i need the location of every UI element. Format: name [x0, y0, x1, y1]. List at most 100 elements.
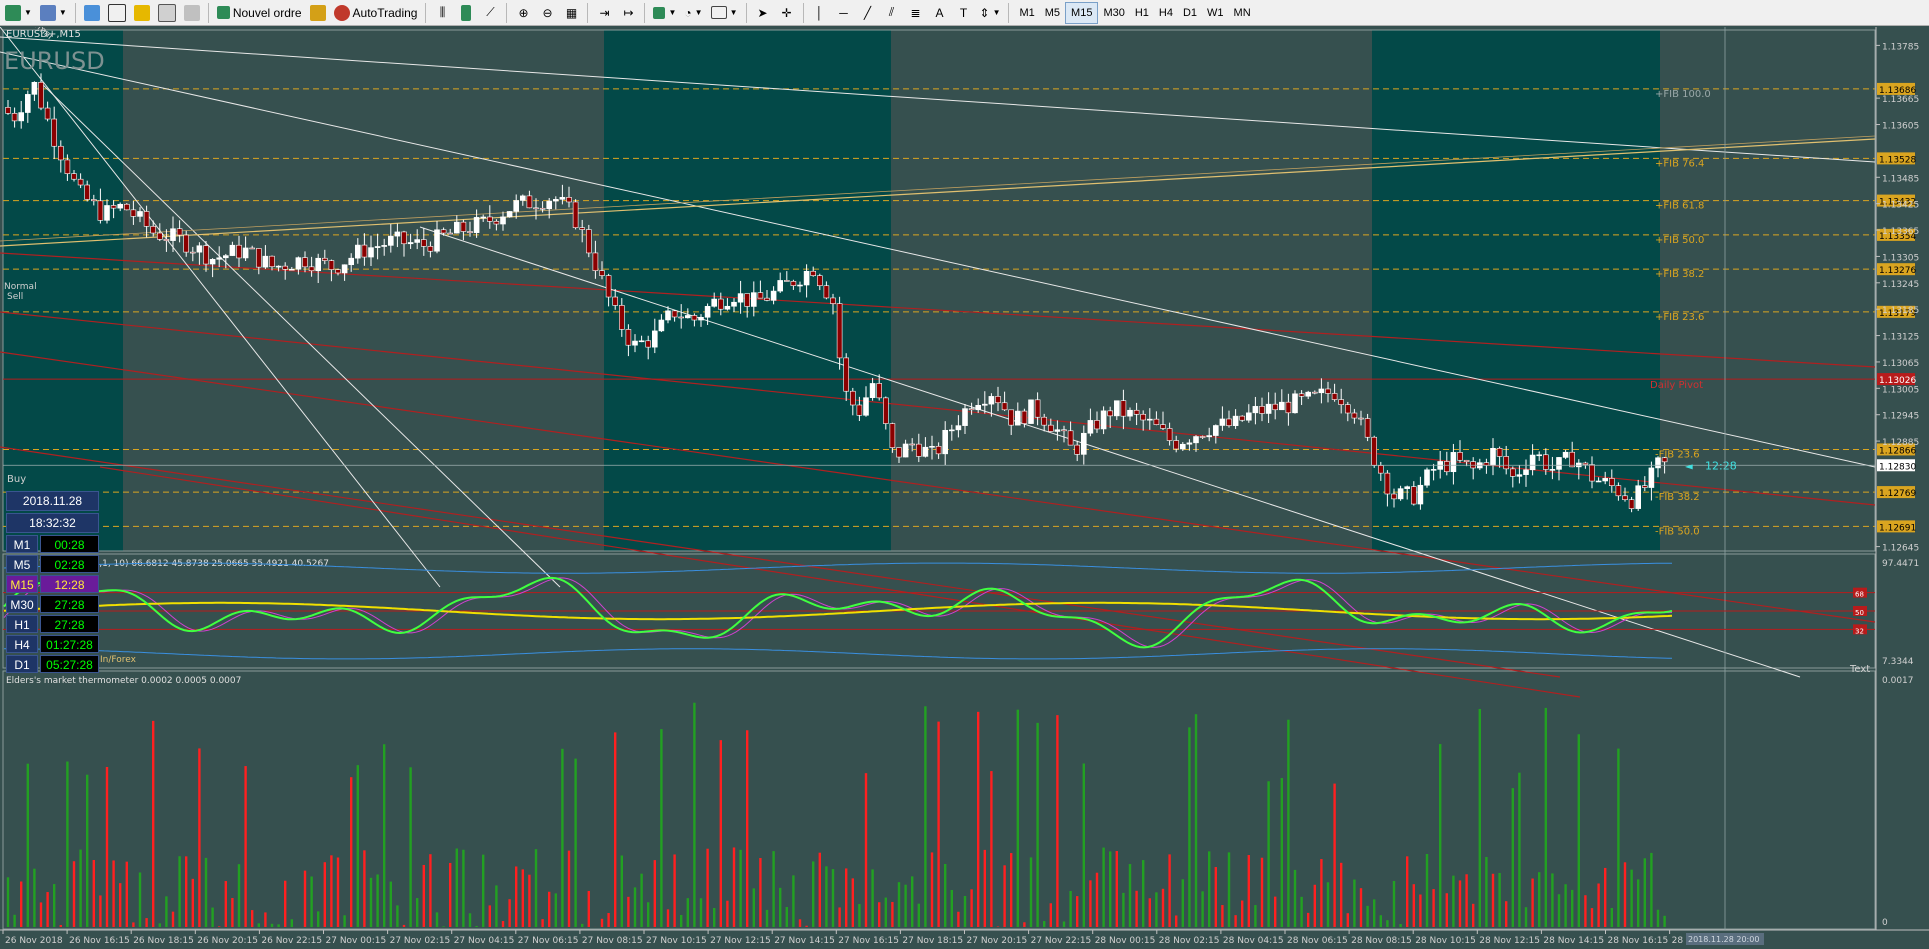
- timeframe-m1-button[interactable]: M1: [1014, 3, 1039, 23]
- metaeditor-button[interactable]: [307, 2, 329, 24]
- equidistant-channel-button[interactable]: ⫽: [881, 2, 903, 24]
- candle-body: [1351, 412, 1358, 419]
- tile-windows-button[interactable]: ▦: [560, 2, 582, 24]
- timeframe-h4-button[interactable]: H4: [1154, 3, 1178, 23]
- signal-label-sell: Sell: [7, 292, 23, 302]
- market-watch-button[interactable]: [81, 2, 103, 24]
- candle-body: [381, 245, 388, 247]
- chart-shift-button[interactable]: ⇥: [593, 2, 615, 24]
- toolbar-divider: [587, 2, 589, 23]
- candle-body: [57, 145, 64, 161]
- thermometer-bar: [53, 884, 56, 927]
- candle-body: [790, 281, 797, 286]
- thermometer-bar: [1505, 901, 1508, 927]
- timeframe-mn-button[interactable]: MN: [1229, 3, 1256, 23]
- bar-chart-icon: ⫼: [439, 5, 446, 19]
- timeframe-countdown-panel: 2018.11.28 18:32:32 M1 00:28 M5 02:28 M15 12:…: [6, 491, 99, 675]
- timeframe-m5-button[interactable]: M5: [1040, 3, 1065, 23]
- thermometer-indicator-title: Elders's market thermometer 0.0002 0.000…: [6, 676, 241, 686]
- candle-body: [1100, 410, 1107, 430]
- navigator-button[interactable]: [131, 2, 153, 24]
- line-chart-button[interactable]: ⟋: [479, 2, 501, 24]
- candle-body: [506, 211, 513, 218]
- autoscroll-button[interactable]: ↦: [617, 2, 639, 24]
- time-tick-label: 27 Nov 22:15: [1031, 936, 1092, 946]
- thermometer-bar: [1122, 892, 1125, 927]
- fib-price-tag-text: 1.12769: [1879, 489, 1916, 499]
- thermometer-bar: [204, 857, 208, 927]
- toolbar-divider: [745, 2, 747, 23]
- zoom-in-button[interactable]: ⊕: [512, 2, 534, 24]
- thermometer-bar: [1095, 872, 1099, 927]
- price-tick-label: 1.13785: [1882, 42, 1919, 52]
- thermometer-bar: [944, 863, 947, 927]
- thermometer-bar: [435, 912, 439, 927]
- thermometer-scale-top: 0.0017: [1882, 676, 1914, 686]
- thermometer-bar: [1082, 763, 1085, 927]
- thermometer-bar: [1524, 907, 1528, 927]
- new-chart-button[interactable]: ▼: [2, 2, 35, 24]
- candle-body: [1457, 452, 1463, 461]
- vertical-line-button[interactable]: │: [809, 2, 831, 24]
- candle-body: [988, 396, 995, 405]
- timeframe-m15-button[interactable]: M15: [1065, 1, 1099, 24]
- profiles-button[interactable]: ▼: [37, 2, 70, 24]
- thermometer-bar: [647, 902, 650, 927]
- data-window-button[interactable]: [105, 2, 129, 24]
- thermometer-bar: [1221, 905, 1224, 927]
- indicators-button[interactable]: ▼: [650, 2, 679, 24]
- candle-body: [803, 270, 810, 286]
- strategy-tester-button[interactable]: [181, 2, 203, 24]
- thermometer-bar: [39, 902, 43, 927]
- thermometer-bar: [475, 925, 478, 927]
- text-button[interactable]: A: [929, 2, 951, 24]
- text-label-button[interactable]: T: [953, 2, 975, 24]
- chart-shift-icon: ⇥: [599, 5, 610, 20]
- timeframe-h1-button[interactable]: H1: [1130, 3, 1154, 23]
- thermometer-bar: [46, 892, 49, 927]
- candle-body: [975, 405, 982, 411]
- zoom-out-button[interactable]: ⊖: [536, 2, 558, 24]
- thermometer-bar: [336, 857, 340, 927]
- arrows-button[interactable]: ⇕ ▼: [977, 2, 1004, 24]
- periods-button[interactable]: ◔ ▼: [681, 2, 705, 24]
- thermometer-bar: [1300, 896, 1303, 927]
- timeframe-m30-button[interactable]: M30: [1098, 3, 1129, 23]
- thermometer-bar: [818, 852, 821, 927]
- chevron-down-icon: ▼: [668, 8, 677, 17]
- candle-body: [110, 205, 117, 209]
- candlestick-button[interactable]: [455, 2, 477, 24]
- trendline-button[interactable]: ╱: [857, 2, 879, 24]
- fibonacci-button[interactable]: ≣: [905, 2, 927, 24]
- terminal-button[interactable]: [155, 2, 179, 24]
- candle-body: [1259, 406, 1265, 414]
- templates-button[interactable]: ▼: [708, 2, 741, 24]
- timeframe-d1-button[interactable]: D1: [1178, 3, 1202, 23]
- thermometer-bar: [607, 913, 610, 927]
- fib-level-label: +FIB 38.2: [1655, 269, 1704, 280]
- cursor-button[interactable]: ➤: [752, 2, 774, 24]
- candle-body: [1556, 457, 1562, 470]
- crosshair-button[interactable]: ✛: [776, 2, 798, 24]
- candle-body: [678, 316, 685, 319]
- fibonacci-icon: ≣: [910, 5, 921, 20]
- chart-area[interactable]: +FIB 100.0 1.13686+FIB 76.4 1.13528+FIB 61…: [0, 27, 1929, 949]
- candle-body: [612, 296, 619, 306]
- thermometer-bar: [310, 876, 313, 927]
- new-order-button[interactable]: Nouvel ordre: [214, 2, 305, 24]
- terminal-icon: [157, 3, 176, 22]
- candle-body: [420, 239, 427, 247]
- candle-body: [328, 260, 335, 270]
- candle-body: [1391, 493, 1397, 500]
- candle-body: [1510, 468, 1516, 477]
- candle-body: [691, 315, 698, 321]
- panel-time: 18:32:32: [6, 513, 99, 533]
- candle-body: [909, 443, 916, 446]
- countdown-arrow-icon: ◄: [1685, 461, 1693, 472]
- candle-body: [1503, 456, 1509, 470]
- bar-chart-button[interactable]: ⫼: [431, 2, 453, 24]
- candle-body: [948, 429, 955, 432]
- timeframe-w1-button[interactable]: W1: [1202, 3, 1229, 23]
- autotrading-button[interactable]: AutoTrading: [331, 2, 421, 24]
- horizontal-line-button[interactable]: ─: [833, 2, 855, 24]
